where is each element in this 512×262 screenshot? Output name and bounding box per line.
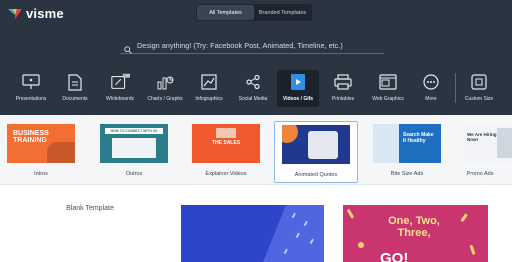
whiteboard-icon: BETA <box>110 72 130 92</box>
video-icon <box>288 72 308 92</box>
category-infographics[interactable]: Infographics <box>190 70 228 107</box>
thumbnail-promo-ads: We Are Hiring Now! <box>463 124 512 163</box>
search-bar[interactable]: Design anything! (Try: Facebook Post, An… <box>120 37 384 54</box>
thumbnail-photo <box>112 138 156 158</box>
social-media-icon <box>243 72 263 92</box>
category-documents[interactable]: Documents <box>56 70 94 107</box>
thumbnail-animated-quotes <box>282 125 350 164</box>
category-presentations[interactable]: Presentations <box>8 70 54 107</box>
subcategory-explainer-videos[interactable]: THE SALES Explainer Videos <box>184 121 268 183</box>
thumbnail-bite-size-ads: Search Make It Healthy <box>373 124 441 163</box>
thumbnail-shape <box>282 125 298 143</box>
thumbnail-explainer-videos: THE SALES <box>192 124 260 163</box>
infographic-icon <box>199 72 219 92</box>
tab-branded-templates[interactable]: Branded Templates <box>254 5 311 20</box>
template-card-pink[interactable]: One, Two, Three, GO! <box>343 205 488 262</box>
thumbnail-photo <box>373 124 399 163</box>
visme-logo[interactable]: visme <box>8 6 64 21</box>
logo-text: visme <box>26 6 64 21</box>
template-type-toggle: All Templates Branded Templates <box>196 4 312 21</box>
visme-logo-icon <box>8 8 22 19</box>
presentation-icon <box>21 72 41 92</box>
template-card-title: One, Two, Three, <box>388 215 440 239</box>
subcategory-intros[interactable]: BUSINESS TRAINING Intros <box>0 121 83 183</box>
category-divider <box>455 73 456 103</box>
thumbnail-intros: BUSINESS TRAINING <box>7 124 75 163</box>
thumbnail-text: BUSINESS TRAINING <box>13 130 49 144</box>
document-icon <box>65 72 85 92</box>
template-card-blue[interactable] <box>181 205 324 262</box>
more-icon <box>421 72 441 92</box>
thumbnail-text: We Are Hiring Now! <box>467 132 497 142</box>
beta-badge: BETA <box>123 75 130 78</box>
category-web-graphics[interactable]: Web Graphics <box>365 70 411 107</box>
subcategory-animated-quotes[interactable]: Animated Quotes <box>274 121 358 183</box>
category-social-media[interactable]: Social Media <box>232 70 274 107</box>
thumbnail-photo <box>47 142 75 163</box>
thumbnail-photo <box>216 128 236 138</box>
category-more[interactable]: More <box>413 70 449 107</box>
thumbnail-text: THE SALES <box>211 140 241 146</box>
thumbnail-text: Search Make It Healthy <box>403 132 434 144</box>
printer-icon <box>333 72 353 92</box>
top-header: visme All Templates Branded Templates De… <box>0 0 512 115</box>
thumbnail-photo <box>497 128 512 158</box>
blank-template-label[interactable]: Blank Template <box>40 205 140 212</box>
category-custom-size[interactable]: Custom Size <box>459 70 499 107</box>
thumbnail-outros: HOW TO CONNECT WITH US <box>100 124 168 163</box>
subcategory-strip: BUSINESS TRAINING Intros HOW TO CONNECT … <box>0 115 512 185</box>
category-bar: Presentations Documents BETA Whiteboards… <box>0 70 512 110</box>
web-graphics-icon <box>378 72 398 92</box>
subcategory-promo-ads[interactable]: We Are Hiring Now! Promo Ads <box>455 121 512 183</box>
subcategory-bite-size-ads[interactable]: Search Make It Healthy Bite Size Ads <box>365 121 449 183</box>
category-charts-graphs[interactable]: Charts / Graphs <box>144 70 186 107</box>
template-card-pattern <box>263 205 324 262</box>
thumbnail-text: HOW TO CONNECT WITH US <box>105 128 163 134</box>
template-card-go: GO! <box>380 250 409 262</box>
subcategory-outros[interactable]: HOW TO CONNECT WITH US Outros <box>92 121 176 183</box>
category-videos-gifs[interactable]: Videos / Gifs <box>277 70 319 107</box>
tab-all-templates[interactable]: All Templates <box>197 5 254 20</box>
search-input[interactable]: Design anything! (Try: Facebook Post, An… <box>137 41 343 50</box>
chart-icon <box>155 72 175 92</box>
category-printables[interactable]: Printables <box>323 70 363 107</box>
search-icon <box>124 41 132 54</box>
category-whiteboards[interactable]: BETA Whiteboards <box>100 70 140 107</box>
custom-size-icon <box>469 72 489 92</box>
thumbnail-photo <box>308 131 338 159</box>
